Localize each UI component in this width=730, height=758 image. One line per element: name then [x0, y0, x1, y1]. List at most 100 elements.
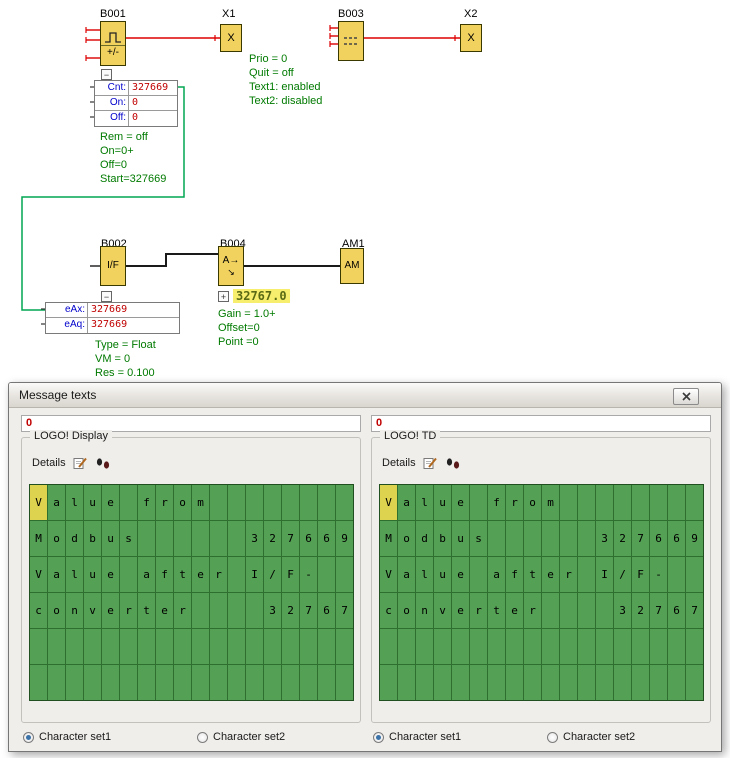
display-cell[interactable]: e — [452, 593, 469, 628]
charset2-radio-td[interactable]: Character set2 — [547, 731, 635, 743]
display-cell[interactable]: n — [66, 593, 83, 628]
display-cell[interactable] — [210, 629, 227, 664]
display-cell[interactable]: c — [380, 593, 397, 628]
radio-button-icon[interactable] — [23, 732, 34, 743]
display-cell[interactable]: 7 — [300, 593, 317, 628]
display-cell[interactable]: V — [30, 485, 47, 520]
display-cell[interactable]: e — [506, 593, 523, 628]
param-value[interactable]: 327669 — [129, 81, 177, 95]
display-cell[interactable] — [452, 629, 469, 664]
display-cell[interactable] — [470, 665, 487, 700]
display-cell[interactable]: o — [524, 485, 541, 520]
display-cell[interactable]: / — [614, 557, 631, 592]
display-cell[interactable] — [84, 629, 101, 664]
param-row[interactable]: Off:0 — [95, 111, 177, 126]
display-cell[interactable] — [668, 665, 685, 700]
display-cell[interactable] — [650, 629, 667, 664]
display-cell[interactable]: M — [380, 521, 397, 556]
display-cell[interactable]: 9 — [336, 521, 353, 556]
param-value[interactable]: 0 — [129, 96, 177, 110]
display-cell[interactable] — [48, 665, 65, 700]
display-cell[interactable]: 2 — [264, 521, 281, 556]
edit-icon[interactable] — [423, 456, 438, 470]
display-cell[interactable]: r — [506, 485, 523, 520]
display-cell[interactable]: V — [30, 557, 47, 592]
display-cell[interactable]: 6 — [668, 521, 685, 556]
display-cell[interactable]: 6 — [318, 593, 335, 628]
display-cell[interactable] — [300, 665, 317, 700]
display-cell[interactable] — [596, 485, 613, 520]
display-cell[interactable] — [560, 485, 577, 520]
display-cell[interactable] — [470, 629, 487, 664]
param-row[interactable]: On:0 — [95, 96, 177, 111]
display-cell[interactable] — [398, 629, 415, 664]
display-cell[interactable] — [228, 665, 245, 700]
display-cell[interactable]: r — [156, 485, 173, 520]
display-cell[interactable] — [452, 665, 469, 700]
display-cell[interactable] — [614, 485, 631, 520]
display-cell[interactable]: - — [650, 557, 667, 592]
param-value[interactable]: 327669 — [88, 318, 179, 333]
display-cell[interactable]: t — [524, 557, 541, 592]
display-cell[interactable] — [560, 665, 577, 700]
display-cell[interactable] — [30, 665, 47, 700]
character-set-icon[interactable] — [445, 457, 461, 470]
display-cell[interactable]: b — [84, 521, 101, 556]
display-cell[interactable] — [138, 665, 155, 700]
b002-param-table[interactable]: eAx:327669eAq:327669 — [45, 302, 180, 334]
display-cell[interactable] — [668, 629, 685, 664]
display-cell[interactable] — [686, 557, 703, 592]
display-cell[interactable]: V — [380, 557, 397, 592]
close-button[interactable] — [673, 388, 699, 405]
display-cell[interactable]: F — [632, 557, 649, 592]
display-cell[interactable]: F — [282, 557, 299, 592]
display-cell[interactable]: o — [48, 593, 65, 628]
display-cell[interactable]: - — [300, 557, 317, 592]
display-cell[interactable] — [524, 665, 541, 700]
display-cell[interactable]: l — [66, 485, 83, 520]
block-b003-message-text[interactable] — [338, 21, 364, 61]
display-cell[interactable]: u — [84, 557, 101, 592]
display-cell[interactable] — [210, 521, 227, 556]
display-cell[interactable] — [542, 593, 559, 628]
display-cell[interactable] — [524, 629, 541, 664]
display-cell[interactable]: l — [416, 485, 433, 520]
display-cell[interactable] — [686, 485, 703, 520]
display-cell[interactable] — [650, 485, 667, 520]
display-cell[interactable] — [668, 557, 685, 592]
display-cell[interactable] — [434, 629, 451, 664]
display-cell[interactable] — [282, 665, 299, 700]
character-set-icon[interactable] — [95, 457, 111, 470]
display-cell[interactable] — [156, 629, 173, 664]
display-cell[interactable]: u — [452, 521, 469, 556]
b001-param-table[interactable]: Cnt:327669On:0Off:0 — [94, 80, 178, 127]
block-am1-analog-output[interactable]: AM — [340, 248, 364, 284]
block-b001-updown-counter[interactable]: +/- — [100, 21, 126, 66]
display-cell[interactable]: r — [524, 593, 541, 628]
display-cell[interactable] — [470, 485, 487, 520]
display-cell[interactable] — [228, 629, 245, 664]
display-cell[interactable] — [596, 593, 613, 628]
display-cell[interactable] — [66, 629, 83, 664]
display-cell[interactable]: t — [138, 593, 155, 628]
display-cell[interactable] — [48, 629, 65, 664]
display-cell[interactable] — [578, 521, 595, 556]
display-cell[interactable] — [318, 665, 335, 700]
display-cell[interactable] — [560, 629, 577, 664]
edit-icon[interactable] — [73, 456, 88, 470]
display-cell[interactable]: t — [488, 593, 505, 628]
display-cell[interactable]: o — [398, 521, 415, 556]
charset2-radio-display[interactable]: Character set2 — [197, 731, 285, 743]
display-cell[interactable]: I — [246, 557, 263, 592]
display-cell[interactable]: u — [102, 521, 119, 556]
display-cell[interactable]: M — [30, 521, 47, 556]
display-cell[interactable]: c — [30, 593, 47, 628]
display-cell[interactable] — [380, 665, 397, 700]
display-cell[interactable]: 7 — [650, 593, 667, 628]
display-cell[interactable] — [560, 521, 577, 556]
display-cell[interactable] — [336, 557, 353, 592]
display-cell[interactable] — [668, 485, 685, 520]
display-cell[interactable] — [416, 665, 433, 700]
display-cell[interactable] — [578, 629, 595, 664]
display-cell[interactable]: n — [416, 593, 433, 628]
